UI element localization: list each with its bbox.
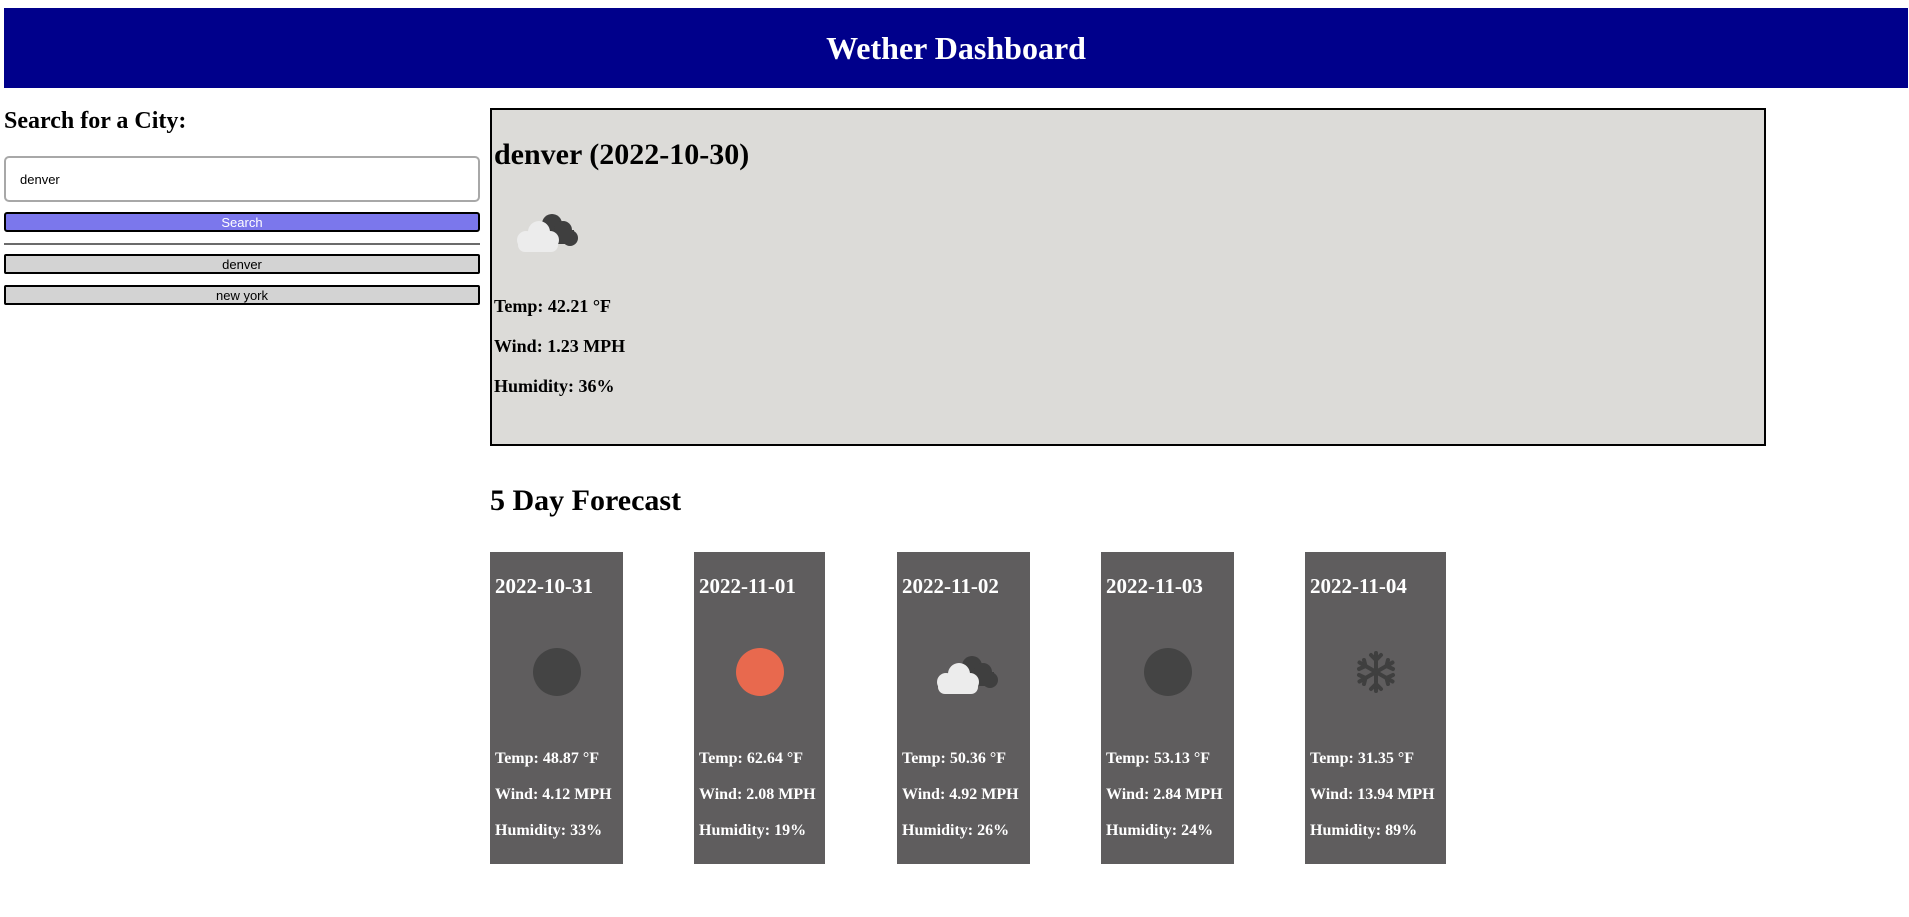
forecast-wind: Wind: 13.94 MPH: [1310, 786, 1435, 803]
history-button-new-york[interactable]: new york: [4, 285, 480, 305]
current-city-title: denver (2022-10-30): [494, 138, 750, 171]
forecast-date: 2022-11-03: [1106, 574, 1203, 598]
forecast-card: 2022-11-01 Temp: 62.64 °F Wind: 2.08 MPH…: [694, 552, 825, 864]
search-heading: Search for a City:: [4, 108, 187, 134]
page-title: Wether Dashboard: [826, 29, 1086, 66]
forecast-wind: Wind: 4.12 MPH: [495, 786, 612, 803]
forecast-date: 2022-11-02: [902, 574, 999, 598]
forecast-temp: Temp: 62.64 °F: [699, 750, 804, 767]
dark-circle-icon: [532, 648, 581, 696]
current-wind: Wind: 1.23 MPH: [494, 336, 626, 356]
forecast-card: 2022-11-02 Temp: 50.36 °F Wind: 4.92 MPH…: [897, 552, 1030, 864]
header-bar: Wether Dashboard: [4, 8, 1908, 88]
forecast-wind: Wind: 2.08 MPH: [699, 786, 816, 803]
forecast-date: 2022-11-04: [1310, 574, 1407, 598]
sun-icon: [735, 648, 784, 696]
forecast-humidity: Humidity: 26%: [902, 822, 1010, 839]
city-search-input[interactable]: [4, 156, 480, 202]
forecast-humidity: Humidity: 89%: [1310, 822, 1418, 839]
forecast-card: 2022-11-03 Temp: 53.13 °F Wind: 2.84 MPH…: [1101, 552, 1234, 864]
forecast-temp: Temp: 48.87 °F: [495, 750, 600, 767]
search-sidebar: Search for a City: Search denver new yor…: [4, 106, 480, 316]
forecast-card: 2022-11-04 Temp: 31.35 °F Wind: 13.94 MP…: [1305, 552, 1446, 864]
forecast-card: 2022-10-31 Temp: 48.87 °F Wind: 4.12 MPH…: [490, 552, 623, 864]
dark-circle-icon: [1143, 648, 1192, 696]
sidebar-divider: [4, 243, 480, 245]
search-button[interactable]: Search: [4, 212, 480, 232]
forecast-temp: Temp: 50.36 °F: [902, 750, 1007, 767]
current-humidity: Humidity: 36%: [494, 376, 615, 396]
forecast-wind: Wind: 2.84 MPH: [1106, 786, 1223, 803]
forecast-temp: Temp: 53.13 °F: [1106, 750, 1211, 767]
forecast-humidity: Humidity: 33%: [495, 822, 603, 839]
current-temp: Temp: 42.21 °F: [494, 296, 612, 316]
clouds-icon: [517, 214, 578, 252]
forecast-wind: Wind: 4.92 MPH: [902, 786, 1019, 803]
current-weather-card: denver (2022-10-30) Temp: 42.21 °F Wind:…: [490, 108, 1766, 446]
forecast-date: 2022-11-01: [699, 574, 796, 598]
forecast-humidity: Humidity: 24%: [1106, 822, 1214, 839]
forecast-temp: Temp: 31.35 °F: [1310, 750, 1415, 767]
weather-dashboard-app: Wether Dashboard Search for a City: Sear…: [0, 0, 1909, 917]
snowflake-icon: [1356, 651, 1395, 693]
forecast-date: 2022-10-31: [495, 574, 593, 598]
forecast-heading: 5 Day Forecast: [490, 484, 682, 517]
clouds-icon: [936, 656, 998, 694]
history-button-denver[interactable]: denver: [4, 254, 480, 274]
forecast-humidity: Humidity: 19%: [699, 822, 807, 839]
